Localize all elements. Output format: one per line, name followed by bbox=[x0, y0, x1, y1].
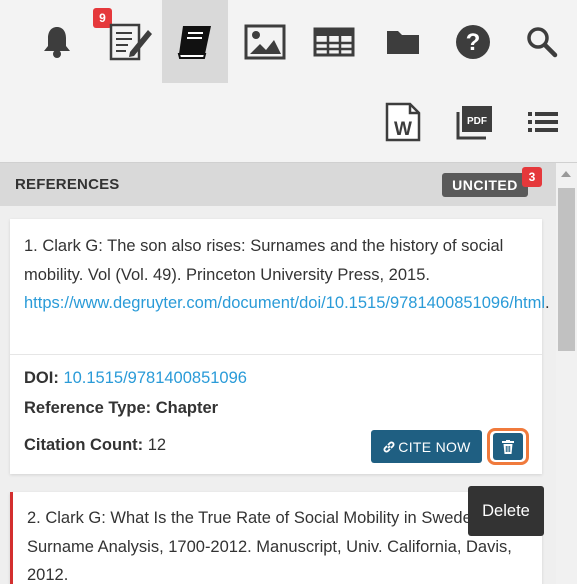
svg-text:PDF: PDF bbox=[467, 116, 487, 127]
scroll-thumb[interactable] bbox=[558, 188, 575, 351]
search-icon bbox=[527, 26, 558, 57]
folder-icon bbox=[387, 30, 419, 54]
list-icon bbox=[528, 112, 558, 132]
edit-document-icon bbox=[109, 23, 152, 60]
export-pdf-button[interactable]: PDF bbox=[450, 97, 500, 147]
doi-row: DOI: 10.1515/9781400851096 bbox=[24, 369, 247, 388]
references-button[interactable] bbox=[162, 0, 228, 83]
top-toolbar: 9 ? bbox=[0, 0, 577, 83]
link-icon bbox=[383, 441, 395, 452]
uncited-count-badge: 3 bbox=[522, 167, 542, 187]
svg-text:?: ? bbox=[466, 29, 481, 56]
svg-text:W: W bbox=[394, 119, 412, 140]
reference-type-row: Reference Type: Chapter bbox=[24, 399, 218, 418]
reference-citation: 1. Clark G: The son also rises: Surnames… bbox=[24, 237, 504, 284]
reference-text: 2. Clark G: What Is the True Rate of Soc… bbox=[27, 509, 512, 584]
references-title: REFERENCES bbox=[15, 176, 120, 193]
image-button[interactable] bbox=[232, 0, 298, 83]
search-button[interactable] bbox=[509, 0, 575, 83]
edit-document-button[interactable] bbox=[98, 0, 164, 83]
reference-card: 1. Clark G: The son also rises: Surnames… bbox=[10, 219, 550, 474]
reference-type-label: Reference Type: bbox=[24, 399, 152, 417]
table-icon bbox=[313, 27, 355, 56]
reference-type-value: Chapter bbox=[155, 399, 219, 417]
word-export-icon: W bbox=[385, 102, 421, 142]
doi-link[interactable]: 10.1515/9781400851096 bbox=[63, 369, 247, 387]
reference-link[interactable]: https://www.degruyter.com/document/doi/1… bbox=[24, 294, 545, 312]
pdf-export-icon: PDF bbox=[456, 106, 492, 140]
table-button[interactable] bbox=[301, 0, 367, 83]
scroll-up-arrow[interactable] bbox=[561, 171, 571, 177]
reference-text: 1. Clark G: The son also rises: Surnames… bbox=[24, 232, 550, 318]
cite-now-label: CITE NOW bbox=[398, 438, 471, 455]
image-icon bbox=[244, 24, 286, 59]
delete-button-inner[interactable] bbox=[493, 433, 523, 460]
delete-button[interactable] bbox=[487, 428, 529, 465]
citation-count-label: Citation Count: bbox=[24, 436, 144, 454]
divider bbox=[10, 354, 542, 355]
reference-punct: . bbox=[545, 294, 550, 312]
folder-button[interactable] bbox=[370, 0, 436, 83]
notifications-button[interactable]: 9 bbox=[24, 0, 112, 83]
doi-label: DOI: bbox=[24, 369, 59, 387]
book-icon bbox=[177, 25, 211, 59]
references-header: REFERENCES UNCITED 3 bbox=[0, 163, 556, 206]
cite-now-button[interactable]: CITE NOW bbox=[371, 430, 482, 463]
list-view-button[interactable] bbox=[518, 97, 568, 147]
citation-count-value: 12 bbox=[147, 436, 167, 454]
reference-card: 2. Clark G: What Is the True Rate of Soc… bbox=[10, 492, 542, 584]
citation-count-row: Citation Count: 12 bbox=[24, 436, 166, 455]
trash-icon bbox=[502, 439, 514, 454]
bell-icon bbox=[44, 26, 70, 58]
uncited-filter-button[interactable]: UNCITED bbox=[442, 173, 528, 197]
export-word-button[interactable]: W bbox=[378, 97, 428, 147]
help-button[interactable]: ? bbox=[440, 0, 506, 83]
delete-tooltip: Delete bbox=[468, 486, 544, 536]
help-icon: ? bbox=[456, 24, 490, 59]
export-toolbar: W PDF bbox=[0, 83, 577, 163]
scrollbar[interactable] bbox=[556, 163, 577, 584]
